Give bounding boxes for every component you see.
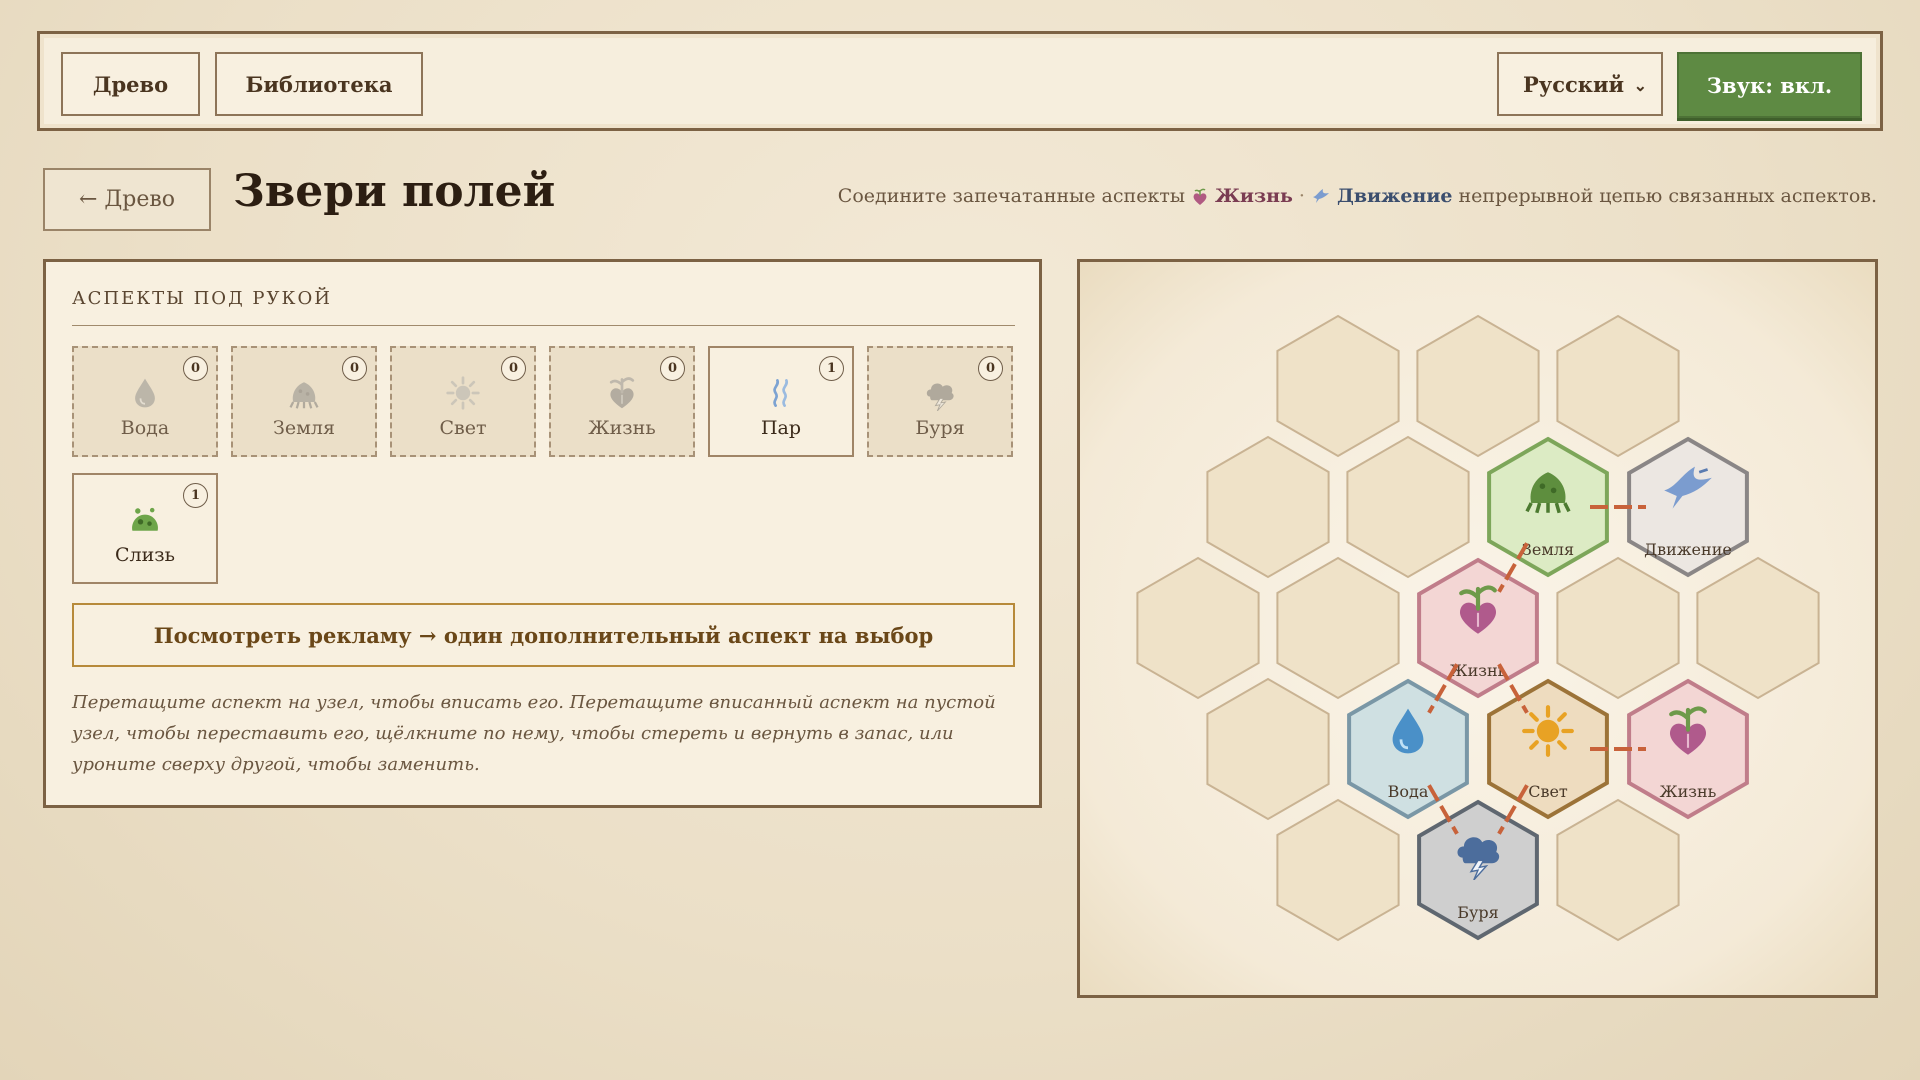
aspect-card[interactable]: 0 Вода <box>72 346 218 457</box>
aspect-card-label: Свет <box>439 417 487 439</box>
earth-mound-icon <box>289 382 319 409</box>
instructions-text: Перетащите аспект на узел, чтобы вписать… <box>72 692 996 775</box>
filled-hex-node[interactable]: Вода <box>1347 678 1469 820</box>
empty-hex-node[interactable] <box>1556 556 1680 700</box>
empty-hex-node[interactable] <box>1136 556 1260 700</box>
language-select[interactable]: Русский ⌄ <box>1497 52 1663 116</box>
aspect-card-label: Жизнь <box>588 417 656 439</box>
slime-icon <box>132 507 158 531</box>
goal-suffix: непрерывной цепью связанных аспектов. <box>1458 185 1877 207</box>
sun-icon <box>446 376 480 410</box>
hex-node-label: Свет <box>1528 782 1568 801</box>
goal-text: Соедините запечатанные аспекты Жизнь · Д… <box>838 185 1877 207</box>
aspect-card[interactable]: 1 Слизь <box>72 473 218 584</box>
language-value: Русский <box>1523 71 1625 97</box>
water-drop-icon <box>135 378 155 408</box>
back-button[interactable]: ← Древо <box>43 168 211 231</box>
empty-hex-node[interactable] <box>1556 798 1680 942</box>
empty-hex-node[interactable] <box>1276 314 1400 458</box>
filled-hex-node[interactable]: Жизнь <box>1627 678 1749 820</box>
aspect-count-badge: 0 <box>183 356 208 381</box>
aspect-card-label: Земля <box>273 417 335 439</box>
sun-icon <box>1522 705 1574 757</box>
sprout-heart-icon <box>1193 188 1207 205</box>
hand-panel: АСПЕКТЫ ПОД РУКОЙ 0 Вода 0 Земля 0 Свет 0 Жизнь… <box>43 259 1042 808</box>
divider <box>72 325 1015 326</box>
hex-board: Земля Движение Жизнь Вода Свет Жизнь Буря <box>1136 314 1820 942</box>
board-panel: Земля Движение Жизнь Вода Свет Жизнь Буря <box>1077 259 1878 998</box>
watch-ad-button[interactable]: Посмотреть рекламу → один дополнительный… <box>72 603 1015 667</box>
aspect-card-label: Буря <box>915 417 965 439</box>
empty-hex-node[interactable] <box>1556 314 1680 458</box>
empty-hex-node[interactable] <box>1276 798 1400 942</box>
goal-aspect-life: Жизнь <box>1214 185 1293 207</box>
empty-hex-node[interactable] <box>1346 435 1470 579</box>
hex-node-label: Буря <box>1457 903 1499 922</box>
goal-prefix: Соедините запечатанные аспекты <box>837 185 1185 207</box>
sound-toggle-button[interactable]: Звук: вкл. <box>1677 52 1862 118</box>
aspect-card[interactable]: 0 Земля <box>231 346 377 457</box>
top-bar: Древо Библиотека Русский ⌄ Звук: вкл. <box>37 31 1883 131</box>
goal-aspect-motion: Движение <box>1336 185 1453 207</box>
empty-hex-node[interactable] <box>1276 556 1400 700</box>
hex-node-label: Жизнь <box>1450 661 1507 680</box>
tree-nav-button[interactable]: Древо <box>61 52 200 116</box>
hex-node-label: Движение <box>1644 540 1732 559</box>
filled-hex-node[interactable]: Земля <box>1487 436 1609 578</box>
aspect-count-badge: 0 <box>660 356 685 381</box>
empty-hex-node[interactable] <box>1416 314 1540 458</box>
hex-node-label: Земля <box>1522 540 1574 559</box>
aspect-count-badge: 0 <box>501 356 526 381</box>
aspect-card[interactable]: 0 Буря <box>867 346 1013 457</box>
hex-node-label: Вода <box>1388 782 1429 801</box>
sprout-heart-icon <box>609 377 635 409</box>
aspect-card-label: Вода <box>120 417 170 439</box>
filled-hex-node[interactable]: Жизнь <box>1417 557 1539 699</box>
empty-hex-node[interactable] <box>1206 677 1330 821</box>
aspect-card[interactable]: 1 Пар <box>708 346 854 457</box>
aspect-count-badge: 1 <box>819 356 844 381</box>
aspect-count-badge: 1 <box>183 483 208 508</box>
aspect-count-badge: 0 <box>978 356 1003 381</box>
page-title: Звери полей <box>233 166 556 217</box>
storm-cloud-icon <box>926 383 954 411</box>
hand-title: АСПЕКТЫ ПОД РУКОЙ <box>72 288 332 309</box>
goal-separator: · <box>1298 185 1305 207</box>
aspect-card-label: Слизь <box>115 544 175 566</box>
aspect-card[interactable]: 0 Свет <box>390 346 536 457</box>
steam-icon <box>773 379 789 407</box>
chevron-down-icon: ⌄ <box>1633 76 1647 95</box>
bird-icon <box>1312 189 1329 203</box>
filled-hex-node[interactable]: Буря <box>1417 799 1539 941</box>
aspect-card[interactable]: 0 Жизнь <box>549 346 695 457</box>
library-nav-button[interactable]: Библиотека <box>215 52 423 116</box>
filled-hex-node[interactable]: Движение <box>1627 436 1749 578</box>
empty-hex-node[interactable] <box>1206 435 1330 579</box>
hex-node-label: Жизнь <box>1660 782 1717 801</box>
aspect-count-badge: 0 <box>342 356 367 381</box>
aspect-card-label: Пар <box>760 417 802 439</box>
filled-hex-node[interactable]: Свет <box>1487 678 1609 820</box>
empty-hex-node[interactable] <box>1696 556 1820 700</box>
